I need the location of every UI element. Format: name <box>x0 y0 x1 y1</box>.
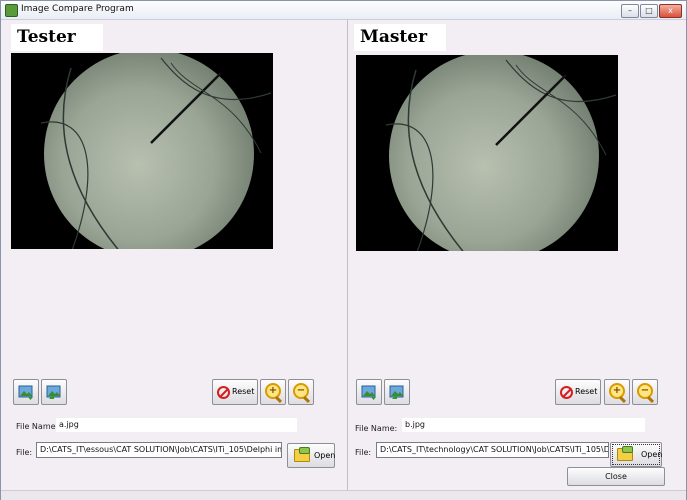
master-heading: Master <box>354 24 446 51</box>
master-save-button[interactable] <box>384 379 410 405</box>
maximize-button[interactable]: □ <box>640 4 658 18</box>
folder-open-icon <box>294 447 310 462</box>
zoom-handle <box>618 395 627 404</box>
zoom-handle <box>302 395 311 404</box>
master-zoom-in-button[interactable]: + <box>604 379 630 405</box>
master-file-name-label: File Name: <box>355 424 398 433</box>
tester-zoom-in-button[interactable]: + <box>260 379 286 405</box>
status-bar <box>1 490 686 500</box>
zoom-handle <box>274 395 283 404</box>
tester-open-button[interactable]: Open <box>287 443 335 468</box>
save-image-icon <box>46 385 61 399</box>
app-icon <box>5 4 18 17</box>
tester-panel: Tester Reset + − File Name: a.jpg File: … <box>1 20 347 490</box>
master-reset-label: Reset <box>575 387 598 396</box>
tester-zoom-out-button[interactable]: − <box>288 379 314 405</box>
master-load-button[interactable] <box>356 379 382 405</box>
tester-file-label: File: <box>16 448 33 457</box>
tester-reset-label: Reset <box>232 387 255 396</box>
save-image-icon <box>389 385 404 399</box>
folder-open-icon <box>617 446 633 461</box>
master-zoom-out-button[interactable]: − <box>632 379 658 405</box>
tester-file-path-field[interactable]: D:\CATS_IT\essous\CAT SOLUTION\Job\CATS\… <box>36 442 282 458</box>
master-microscope-view <box>385 55 617 251</box>
tester-open-label: Open <box>314 451 336 460</box>
master-reset-button[interactable]: Reset <box>555 379 601 405</box>
master-panel: Master Reset + − File Name: b.jpg File: … <box>348 20 686 490</box>
load-image-icon <box>361 385 376 400</box>
tester-save-button[interactable] <box>41 379 67 405</box>
close-window-button[interactable]: x <box>659 4 682 18</box>
master-file-name-field[interactable]: b.jpg <box>402 418 645 432</box>
window-title: Image Compare Program <box>21 4 134 14</box>
load-image-icon <box>18 385 33 400</box>
master-open-label: Open <box>641 450 663 459</box>
no-entry-icon <box>560 386 573 399</box>
title-bar[interactable]: Image Compare Program – □ x <box>1 1 686 20</box>
app-window: Image Compare Program – □ x Tester Reset… <box>0 0 687 500</box>
tester-image <box>11 53 273 249</box>
master-open-button[interactable]: Open <box>610 442 662 467</box>
minimize-button[interactable]: – <box>621 4 639 18</box>
tester-microscope-view <box>40 53 272 249</box>
tester-reset-button[interactable]: Reset <box>212 379 258 405</box>
zoom-handle <box>646 395 655 404</box>
close-button[interactable]: Close <box>567 467 665 486</box>
tester-file-name-label: File Name: <box>16 422 59 431</box>
master-file-label: File: <box>355 448 372 457</box>
tester-heading: Tester <box>11 24 103 51</box>
tester-load-button[interactable] <box>13 379 39 405</box>
no-entry-icon <box>217 386 230 399</box>
master-image <box>356 55 618 251</box>
tester-file-name-field[interactable]: a.jpg <box>56 418 297 432</box>
master-file-path-field[interactable]: D:\CATS_IT\technology\CAT SOLUTION\Job\C… <box>376 442 609 458</box>
